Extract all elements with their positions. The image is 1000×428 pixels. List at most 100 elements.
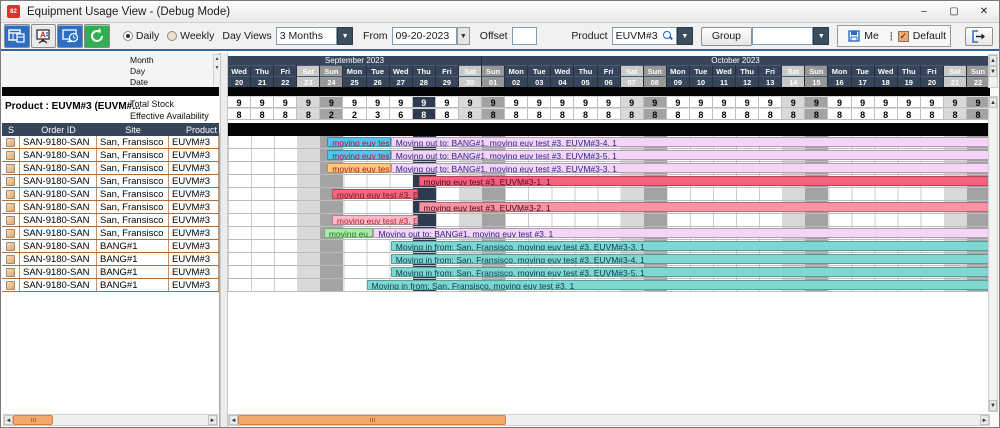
maximize-button[interactable]: ▢	[939, 1, 969, 22]
gantt-bar[interactable]: moving euv test #3, EUVM#3-2, 1	[419, 202, 991, 212]
table-row[interactable]: SAN-9180-SANSan, FransiscoEUVM#3	[2, 227, 219, 240]
gantt-scroll-down-arrow-icon[interactable]: ▼	[989, 400, 997, 411]
gantt-bar[interactable]: moving euv test #..	[327, 163, 391, 173]
gantt-vscrollbar[interactable]: ▲ ▼	[988, 96, 998, 412]
saved-view-dropdown-arrow-icon[interactable]: ▼	[813, 27, 829, 45]
table-row[interactable]: SAN-9180-SANSan, FransiscoEUVM#3	[2, 188, 219, 201]
status-cell[interactable]	[2, 227, 20, 239]
radio-daily-circle[interactable]	[123, 31, 133, 41]
weekday-cell: Thu	[736, 65, 759, 76]
left-scroll-left-arrow-icon[interactable]: ◄	[4, 415, 13, 425]
product-input[interactable]: EUVM#3	[612, 27, 677, 45]
status-icon[interactable]	[6, 151, 15, 160]
product-dropdown-arrow-icon[interactable]: ▼	[677, 27, 693, 45]
status-icon[interactable]	[6, 268, 15, 277]
from-date-dropdown-icon[interactable]: ▼	[457, 27, 470, 45]
monitor-clock-button[interactable]	[57, 24, 83, 48]
group-button[interactable]: Group	[701, 27, 752, 46]
gantt-bar[interactable]: moving euv test #3, EUVM#3-1, 1	[419, 176, 991, 186]
table-row[interactable]: SAN-9180-SANBANG#1EUVM#3	[2, 266, 219, 279]
col-header-order-id[interactable]: Order ID	[20, 125, 97, 135]
refresh-button[interactable]	[84, 24, 110, 48]
left-hscroll-thumb[interactable]	[13, 415, 53, 425]
gantt-bar[interactable]: moving eu...	[324, 228, 374, 238]
status-cell[interactable]	[2, 214, 20, 226]
gantt-hscroll-thumb[interactable]	[238, 415, 506, 425]
gantt-bar[interactable]: Moving in from: San, Fransisco, moving e…	[391, 241, 990, 251]
status-icon[interactable]	[6, 177, 15, 186]
radio-weekly-circle[interactable]	[167, 31, 177, 41]
gantt-scroll-up-arrow-icon[interactable]: ▲	[989, 97, 997, 108]
close-button[interactable]: ✕	[969, 1, 999, 22]
status-cell[interactable]	[2, 188, 20, 200]
gantt-bar[interactable]: Moving in from: San, Fransisco, moving e…	[367, 280, 990, 290]
gantt-bar[interactable]: Moving out to: BANG#1, moving euv test #…	[391, 137, 990, 147]
minimize-button[interactable]: –	[909, 1, 939, 22]
from-date-input[interactable]: 09-20-2023	[392, 27, 457, 45]
table-row[interactable]: SAN-9180-SANSan, FransiscoEUVM#3	[2, 175, 219, 188]
status-cell[interactable]	[2, 175, 20, 187]
grid-view-button[interactable]	[4, 24, 30, 48]
status-cell[interactable]	[2, 253, 20, 265]
gantt-bar[interactable]: moving euv test #3, EUV...	[332, 189, 419, 199]
gantt-bar[interactable]: Moving in from: San, Fransisco, moving e…	[391, 254, 990, 264]
status-icon[interactable]	[6, 229, 15, 238]
table-row[interactable]: SAN-9180-SANSan, FransiscoEUVM#3	[2, 149, 219, 162]
radio-weekly[interactable]: Weekly	[167, 30, 214, 42]
gantt-bar[interactable]: moving euv test #..	[327, 150, 391, 160]
status-cell[interactable]	[2, 266, 20, 278]
table-row[interactable]: SAN-9180-SANSan, FransiscoEUVM#3	[2, 162, 219, 175]
status-icon[interactable]	[6, 190, 15, 199]
status-icon[interactable]	[6, 203, 15, 212]
table-row[interactable]: SAN-9180-SANBANG#1EUVM#3	[2, 240, 219, 253]
gantt-bar[interactable]: Moving out to: BANG#1, moving euv test #…	[373, 228, 990, 238]
status-cell[interactable]	[2, 240, 20, 252]
range-dropdown-arrow-icon[interactable]: ▼	[337, 27, 353, 45]
me-button[interactable]: Me	[842, 27, 885, 46]
left-scroll-right-arrow-icon[interactable]: ►	[208, 415, 217, 425]
offset-input[interactable]	[512, 27, 538, 45]
col-header-s[interactable]: S	[2, 125, 20, 135]
status-icon[interactable]	[6, 281, 15, 290]
table-row[interactable]: SAN-9180-SANSan, FransiscoEUVM#3	[2, 136, 219, 149]
gantt-scroll-right-arrow-icon[interactable]: ►	[980, 415, 989, 425]
date-cell: 26	[367, 76, 390, 87]
range-select[interactable]: 3 Months	[276, 27, 337, 45]
header-vscrollbar[interactable]: ▲ ▼	[988, 54, 998, 88]
table-row[interactable]: SAN-9180-SANBANG#1EUVM#3	[2, 279, 219, 292]
status-icon[interactable]	[6, 255, 15, 264]
exit-button[interactable]	[965, 27, 993, 46]
status-cell[interactable]	[2, 136, 20, 148]
status-icon[interactable]	[6, 164, 15, 173]
gantt-bar[interactable]: moving euv test #..	[327, 137, 391, 147]
table-row[interactable]: SAN-9180-SANSan, FransiscoEUVM#3	[2, 214, 219, 227]
presentation-button[interactable]: A	[31, 24, 57, 48]
status-icon[interactable]	[6, 242, 15, 251]
status-icon[interactable]	[6, 138, 15, 147]
gantt-bar[interactable]: moving euv test #3, EUV...	[332, 215, 419, 225]
col-header-site[interactable]: Site	[97, 125, 169, 135]
panel-splitter[interactable]	[220, 53, 228, 427]
header-scroll-up-arrow-icon[interactable]: ▲	[989, 55, 997, 66]
gantt-scroll-left-arrow-icon[interactable]: ◄	[229, 415, 238, 425]
status-cell[interactable]	[2, 201, 20, 213]
splitter-dots-icon[interactable]: ┇	[889, 32, 894, 41]
table-row[interactable]: SAN-9180-SANBANG#1EUVM#3	[2, 253, 219, 266]
table-row[interactable]: SAN-9180-SANSan, FransiscoEUVM#3	[2, 201, 219, 214]
header-scroll-down-arrow-icon[interactable]: ▼	[989, 66, 997, 77]
default-checkbox[interactable]: ✓	[898, 31, 909, 42]
gantt-bar[interactable]: Moving in from: San, Fransisco, moving e…	[391, 267, 990, 277]
status-cell[interactable]	[2, 149, 20, 161]
left-hscrollbar[interactable]: ◄ ►	[3, 414, 218, 426]
gantt-bar[interactable]: Moving out to: BANG#1, moving euv test #…	[391, 150, 990, 160]
status-cell[interactable]	[2, 279, 20, 291]
search-icon[interactable]	[663, 31, 673, 41]
gantt-hscrollbar[interactable]: ◄ ►	[228, 414, 990, 426]
gantt-bar[interactable]: Moving out to: BANG#1, moving euv test #…	[391, 163, 990, 173]
weekday-cell: Sat	[459, 65, 482, 76]
radio-daily[interactable]: Daily	[123, 30, 159, 42]
status-icon[interactable]	[6, 216, 15, 225]
saved-view-select[interactable]	[752, 27, 813, 45]
col-header-product[interactable]: Product	[169, 125, 219, 135]
status-cell[interactable]	[2, 162, 20, 174]
